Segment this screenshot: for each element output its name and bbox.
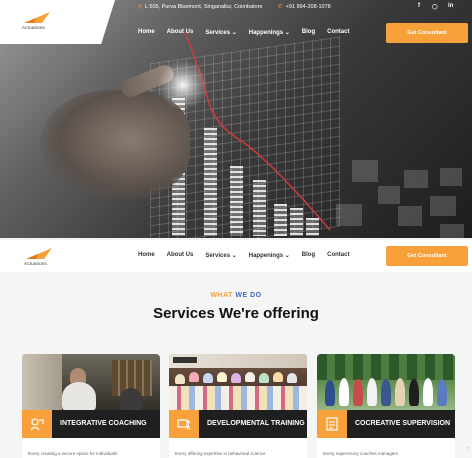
nav-about[interactable]: About Us	[167, 29, 194, 36]
logo-mark-icon	[26, 248, 52, 259]
nav-happenings-label: Happenings	[248, 30, 284, 36]
site-logo[interactable]: Actuations	[22, 10, 52, 30]
nav-services-label: Services	[205, 30, 231, 36]
supervision-photo	[317, 354, 455, 412]
location-icon: ⚲	[138, 4, 143, 10]
nav-home[interactable]: Home	[138, 252, 155, 259]
service-card-coaching[interactable]: INTEGRATIVE COACHING Every creating a se…	[22, 354, 160, 458]
facebook-icon[interactable]: f	[418, 3, 420, 9]
coaching-icon	[22, 410, 52, 438]
training-photo	[169, 354, 307, 412]
nav-services[interactable]: Services ⌄	[205, 252, 236, 259]
nav-home[interactable]: Home	[138, 29, 155, 36]
chevron-down-icon: ⌄	[231, 30, 237, 36]
eyebrow-part2: WE DO	[235, 292, 262, 299]
phone-info[interactable]: ✆ +91 994-208-1078	[278, 4, 331, 10]
sticky-header: Actuations Home About Us Services ⌄ Happ…	[0, 240, 472, 272]
get-consultant-button[interactable]: Get Consultant	[386, 246, 468, 266]
section-heading: Services We're offering	[153, 305, 319, 322]
card-label-bar: COCREATIVE SUPERVISION	[317, 410, 455, 438]
supervision-icon	[317, 410, 347, 438]
logo-text: Actuations	[22, 25, 46, 30]
nav-services-label: Services	[205, 253, 231, 259]
nav-services[interactable]: Services ⌄	[205, 29, 236, 36]
hero-nav: Home About Us Services ⌄ Happenings ⌄ Bl…	[138, 29, 349, 36]
nav-contact[interactable]: Contact	[327, 252, 349, 259]
logo-text: Actuations	[24, 261, 48, 266]
coaching-photo	[22, 354, 160, 412]
hero-touch-glow	[158, 60, 208, 110]
logo-card	[0, 0, 115, 44]
phone-text[interactable]: +91 994-208-1078	[286, 4, 331, 10]
nav-blog[interactable]: Blog	[302, 252, 315, 259]
card-label-bar: DEVELOPMENTAL TRAINING	[169, 410, 307, 438]
training-icon	[169, 410, 199, 438]
logo-mark-icon	[24, 12, 50, 23]
service-card-training[interactable]: DEVELOPMENTAL TRAINING Every offering ex…	[169, 354, 307, 458]
linkedin-icon[interactable]: in	[448, 3, 453, 9]
scroll-top-icon[interactable]: ↑	[467, 446, 471, 453]
nav-happenings[interactable]: Happenings ⌄	[249, 252, 290, 259]
card-title: DEVELOPMENTAL TRAINING	[207, 419, 305, 427]
card-title: INTEGRATIVE COACHING	[60, 419, 147, 427]
address-info: ⚲ L 505, Purva Bluemont, Singanallur, Co…	[138, 4, 263, 10]
sticky-nav: Home About Us Services ⌄ Happenings ⌄ Bl…	[138, 252, 349, 259]
nav-about[interactable]: About Us	[167, 252, 194, 259]
card-body: Every supervisory coaches managers	[317, 438, 455, 458]
chevron-down-icon: ⌄	[284, 30, 290, 36]
nav-blog[interactable]: Blog	[302, 29, 315, 36]
chevron-down-icon: ⌄	[231, 253, 237, 259]
sticky-logo[interactable]: Actuations	[24, 246, 54, 266]
card-body: Every offering expertise in behavioral s…	[169, 438, 307, 458]
instagram-icon[interactable]: ◯	[432, 4, 438, 10]
card-title: COCREATIVE SUPERVISION	[355, 419, 451, 427]
nav-happenings-label: Happenings	[248, 253, 284, 259]
nav-happenings[interactable]: Happenings ⌄	[249, 29, 290, 36]
service-card-supervision[interactable]: COCREATIVE SUPERVISION Every supervisory…	[317, 354, 455, 458]
hero-banner: ⚲ L 505, Purva Bluemont, Singanallur, Co…	[0, 0, 472, 238]
nav-contact[interactable]: Contact	[327, 29, 349, 36]
card-label-bar: INTEGRATIVE COACHING	[22, 410, 160, 438]
phone-icon: ✆	[278, 4, 283, 10]
get-consultant-button[interactable]: Get Consultant	[386, 23, 468, 43]
hero-hand	[40, 90, 190, 200]
address-text: L 505, Purva Bluemont, Singanallur, Coim…	[145, 4, 263, 10]
section-eyebrow: WHAT WE DO	[0, 292, 472, 299]
chevron-down-icon: ⌄	[284, 253, 290, 259]
services-section: WHAT WE DO Services We're offering INTEG…	[0, 272, 472, 458]
card-body: Every creating a secure space for indivi…	[22, 438, 160, 458]
eyebrow-part1: WHAT	[210, 292, 233, 299]
